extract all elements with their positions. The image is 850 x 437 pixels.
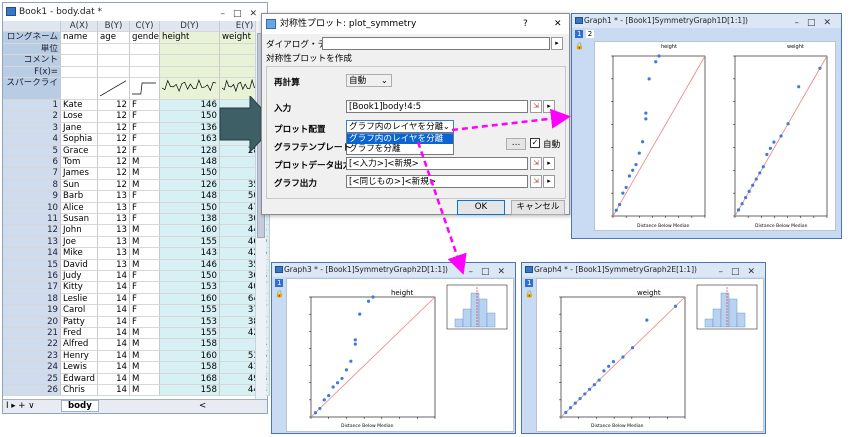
arrow-to-graph2 — [416, 141, 467, 275]
arrow-to-graph1 — [451, 108, 571, 132]
annotation-arrows — [416, 108, 571, 275]
